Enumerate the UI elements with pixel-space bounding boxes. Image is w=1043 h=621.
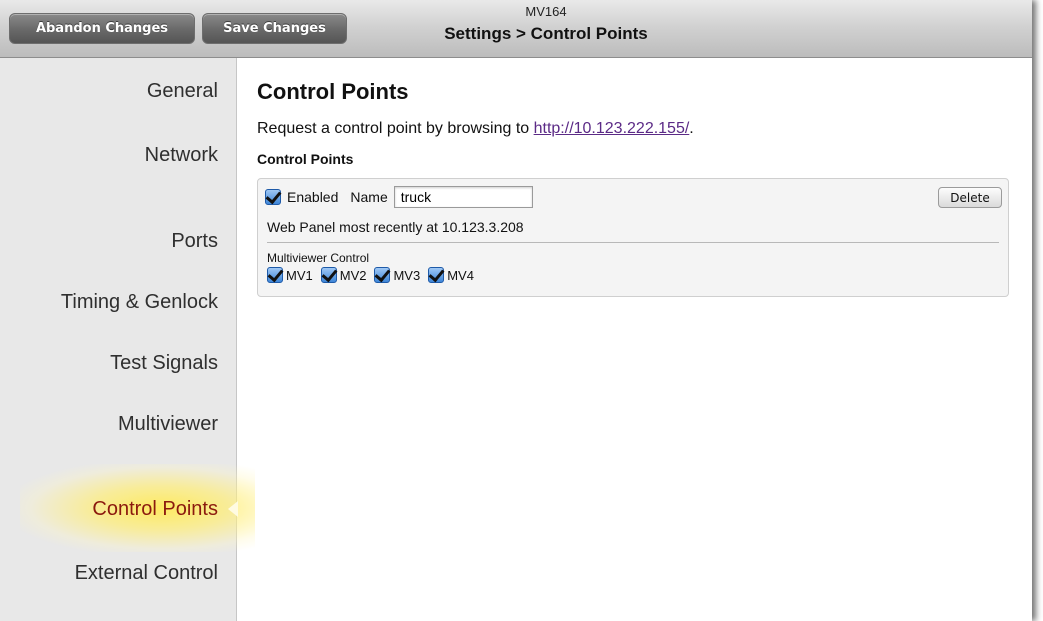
sidebar-item-external-control[interactable]: External Control	[75, 562, 218, 585]
sidebar-item-ports[interactable]: Ports	[171, 230, 218, 253]
multiviewer-control-label: Multiviewer Control	[267, 251, 370, 265]
sidebar-item-multiviewer[interactable]: Multiviewer	[118, 413, 218, 436]
multiviewer-checkbox-row: MV1 MV2 MV3 MV4	[267, 267, 482, 283]
mv3-option[interactable]: MV3	[374, 267, 420, 283]
name-label: Name	[350, 189, 388, 205]
sidebar-item-network[interactable]: Network	[145, 144, 218, 167]
mv1-checkbox[interactable]	[267, 267, 283, 283]
enabled-checkbox[interactable]	[265, 189, 281, 205]
mv3-checkbox[interactable]	[374, 267, 391, 283]
name-input[interactable]	[393, 186, 533, 208]
enabled-label: Enabled	[287, 189, 339, 205]
control-point-header-row: Enabled Name	[265, 186, 533, 208]
settings-window: Abandon Changes Save Changes MV164 Setti…	[0, 0, 1032, 621]
request-instructions: Request a control point by browsing to h…	[257, 120, 694, 138]
mv4-option[interactable]: MV4	[428, 267, 474, 283]
request-prefix-text: Request a control point by browsing to	[257, 120, 534, 137]
mv3-label: MV3	[393, 267, 421, 283]
page-title: Control Points	[257, 79, 409, 104]
divider	[267, 242, 999, 243]
control-point-entry: Enabled Name Delete Web Panel most recen…	[257, 178, 1009, 297]
mv4-checkbox[interactable]	[428, 267, 445, 283]
mv4-label: MV4	[447, 267, 474, 283]
delete-button[interactable]: Delete	[938, 187, 1002, 208]
sidebar-item-control-points[interactable]: Control Points	[92, 498, 218, 521]
page-breadcrumb: Settings > Control Points	[444, 24, 648, 43]
device-name: MV164	[525, 4, 567, 19]
sidebar-item-test-signals[interactable]: Test Signals	[110, 352, 218, 375]
active-item-pointer-icon	[228, 501, 238, 517]
web-panel-status: Web Panel most recently at 10.123.3.208	[267, 219, 524, 235]
request-suffix-text: .	[689, 120, 694, 137]
mv1-option[interactable]: MV1	[267, 267, 313, 283]
mv1-label: MV1	[286, 267, 313, 283]
mv2-checkbox[interactable]	[320, 267, 337, 283]
section-heading: Control Points	[257, 151, 354, 167]
toolbar: Abandon Changes Save Changes MV164 Setti…	[0, 0, 1032, 58]
mv2-label: MV2	[339, 267, 367, 283]
mv2-option[interactable]: MV2	[320, 267, 367, 283]
device-url-link[interactable]: http://10.123.222.155/	[534, 120, 690, 137]
sidebar: General Network Ports Timing & Genlock T…	[0, 58, 255, 621]
sidebar-item-general[interactable]: General	[147, 80, 218, 103]
sidebar-item-timing-genlock[interactable]: Timing & Genlock	[61, 291, 218, 314]
